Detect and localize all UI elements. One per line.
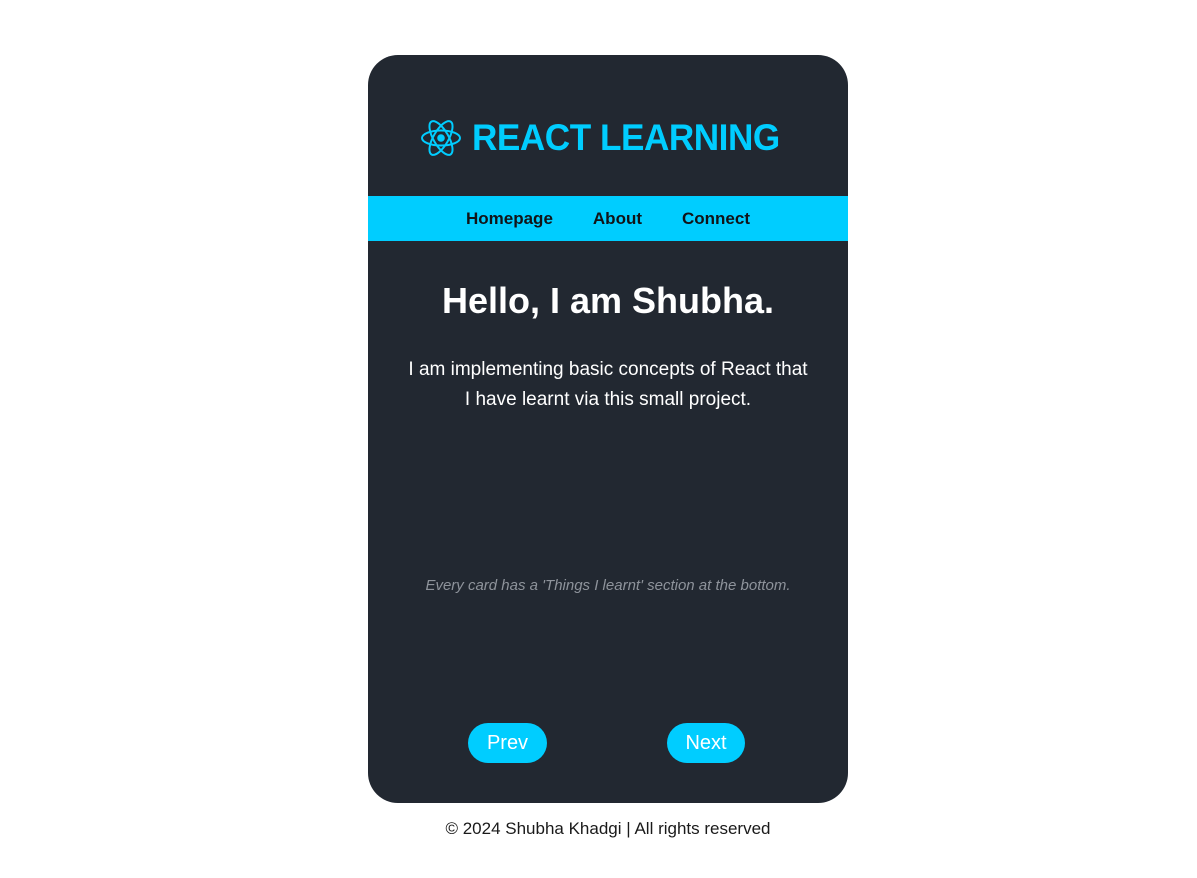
nav-item-homepage[interactable]: Homepage: [466, 209, 553, 229]
card: REACT LEARNING Homepage About Connect He…: [368, 55, 848, 803]
page-heading: Hello, I am Shubha.: [441, 280, 775, 321]
brand-header: REACT LEARNING: [368, 113, 848, 163]
footer-copyright: © 2024 Shubha Khadgi | All rights reserv…: [445, 819, 771, 838]
nav-item-connect[interactable]: Connect: [682, 209, 750, 229]
next-button[interactable]: Next: [667, 723, 745, 763]
nav-item-about[interactable]: About: [593, 209, 642, 229]
card-note: Every card has a 'Things I learnt' secti…: [425, 577, 791, 594]
navbar: Homepage About Connect: [368, 196, 848, 241]
intro-text: I am implementing basic concepts of Reac…: [408, 359, 808, 410]
page: REACT LEARNING Homepage About Connect He…: [0, 0, 1197, 878]
react-atom-icon: [420, 117, 462, 159]
brand-title: REACT LEARNING: [472, 117, 780, 158]
prev-button[interactable]: Prev: [468, 723, 547, 763]
